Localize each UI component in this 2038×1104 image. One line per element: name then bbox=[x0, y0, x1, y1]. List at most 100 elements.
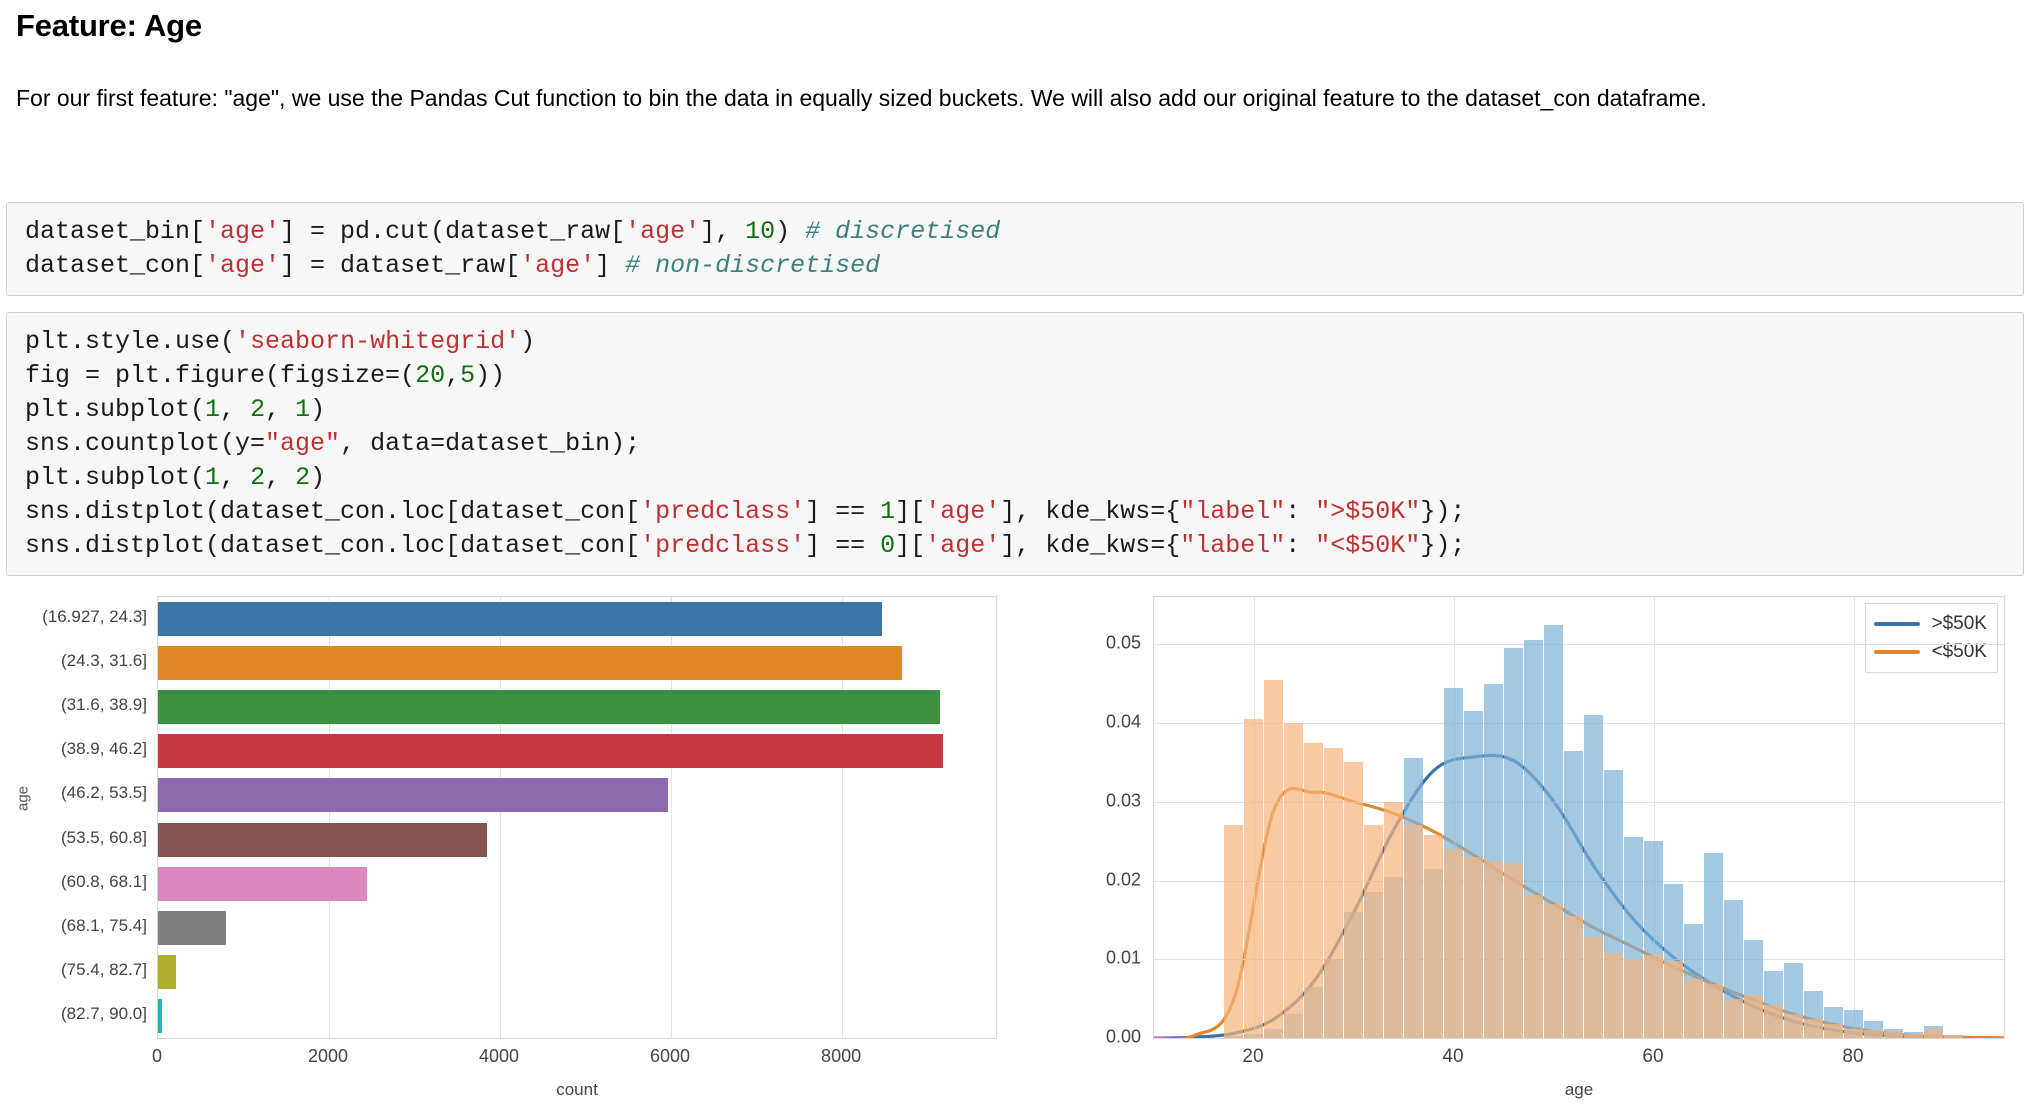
code-line: sns.distplot(dataset_con.loc[dataset_con… bbox=[25, 531, 1466, 560]
histogram-bar bbox=[1384, 801, 1403, 1038]
x-axis-tick-label: 20 bbox=[1242, 1046, 1264, 1067]
left-x-axis-label: count bbox=[556, 1080, 598, 1099]
x-axis-tick-label: 0 bbox=[151, 1046, 163, 1066]
legend-label: >$50K bbox=[1931, 613, 1987, 634]
bar bbox=[158, 910, 226, 945]
histogram-bar bbox=[1224, 825, 1243, 1038]
histogram-bar bbox=[1804, 1019, 1823, 1038]
code-line: plt.style.use('seaborn-whitegrid') bbox=[25, 327, 536, 356]
bar bbox=[158, 998, 162, 1033]
histogram-bar bbox=[1284, 723, 1303, 1038]
legend-color-swatch bbox=[1873, 650, 1920, 654]
x-axis-tick-label: 80 bbox=[1842, 1046, 1864, 1067]
x-axis-tick-label: 40 bbox=[1442, 1046, 1464, 1067]
histogram-bar bbox=[1364, 825, 1383, 1038]
gridline bbox=[1154, 644, 2004, 646]
histogram-bar bbox=[1584, 937, 1603, 1038]
bar bbox=[158, 690, 940, 725]
x-axis-tick-label: 60 bbox=[1642, 1046, 1664, 1067]
left-plot-area bbox=[157, 596, 997, 1039]
histogram-bar bbox=[1904, 1034, 1923, 1038]
y-axis-tick-label: (75.4, 82.7] bbox=[60, 959, 147, 979]
code-line: sns.distplot(dataset_con.loc[dataset_con… bbox=[25, 497, 1466, 526]
legend-color-swatch bbox=[1873, 622, 1920, 626]
y-axis-tick-label: (53.5, 60.8] bbox=[60, 827, 147, 847]
bar bbox=[158, 734, 943, 769]
histogram-bar bbox=[1404, 825, 1423, 1038]
right-x-axis-label: age bbox=[1564, 1080, 1594, 1099]
y-axis-tick-label: 0.02 bbox=[1105, 869, 1141, 889]
bar bbox=[158, 954, 177, 989]
y-axis-tick-label: 0.01 bbox=[1105, 947, 1141, 968]
code-line: sns.countplot(y="age", data=dataset_bin)… bbox=[25, 429, 641, 458]
histogram-bar bbox=[1344, 762, 1363, 1038]
histogram-bar bbox=[1664, 960, 1683, 1038]
legend-item: <$50K bbox=[1873, 638, 1987, 666]
code-line: dataset_bin['age'] = pd.cut(dataset_raw[… bbox=[25, 217, 1001, 246]
histogram-bar bbox=[1524, 894, 1543, 1038]
histogram-bar bbox=[1484, 860, 1503, 1038]
histogram-bar bbox=[1704, 984, 1723, 1038]
left-y-axis-label: age bbox=[14, 785, 32, 812]
histogram-bar bbox=[1864, 1030, 1883, 1038]
histogram-bar bbox=[1604, 952, 1623, 1038]
histogram-bar bbox=[1824, 1023, 1843, 1038]
histogram-bar bbox=[1264, 679, 1283, 1038]
histogram-bar bbox=[1564, 915, 1583, 1038]
histogram-bar bbox=[1444, 849, 1463, 1038]
y-axis-tick-label: 0.03 bbox=[1105, 790, 1141, 811]
y-axis-tick-label: 0.04 bbox=[1105, 711, 1141, 732]
y-axis-tick-label: (46.2, 53.5] bbox=[60, 783, 147, 803]
binning-code-cell[interactable]: dataset_bin['age'] = pd.cut(dataset_raw[… bbox=[6, 202, 2024, 296]
histogram-bar bbox=[1944, 1034, 1963, 1038]
y-axis-tick-label: 0.05 bbox=[1105, 632, 1141, 653]
plotting-code-cell[interactable]: plt.style.use('seaborn-whitegrid') fig = … bbox=[6, 312, 2024, 576]
code-line: fig = plt.figure(figsize=(20,5)) bbox=[25, 361, 506, 390]
histogram-bar bbox=[1644, 955, 1663, 1038]
histogram-bar bbox=[1844, 1028, 1863, 1038]
histogram-bar bbox=[1624, 959, 1643, 1038]
age-distribution-distplot: >$50K <$50K 0.00 0.01 0.02 0.03 0.04 0.05 20 40 6… bbox=[1038, 580, 2038, 1099]
code-line: dataset_con['age'] = dataset_raw['age'] … bbox=[25, 251, 881, 280]
gridline bbox=[1154, 1038, 2004, 1039]
code-line: plt.subplot(1, 2, 2) bbox=[25, 463, 326, 492]
figure-output: age 0 2000 4000 6000 8000 count (16.927, 24.… bbox=[0, 580, 2038, 1099]
histogram-bar bbox=[1244, 719, 1263, 1038]
y-axis-tick-label: (31.6, 38.9] bbox=[60, 695, 147, 715]
age-bin-countplot: age 0 2000 4000 6000 8000 count (16.927, 24.… bbox=[0, 580, 1000, 1099]
histogram-bar bbox=[1304, 742, 1323, 1038]
y-axis-tick-label: (16.927, 24.3] bbox=[42, 607, 147, 627]
bar bbox=[158, 602, 883, 637]
histogram-bar bbox=[1504, 863, 1523, 1038]
bar bbox=[158, 822, 488, 857]
chart-legend: >$50K <$50K bbox=[1864, 603, 1998, 673]
histogram-bar bbox=[1764, 1004, 1783, 1038]
y-axis-tick-label: (82.7, 90.0] bbox=[60, 1003, 147, 1023]
legend-item: >$50K bbox=[1873, 610, 1987, 638]
histogram-bar bbox=[1924, 1028, 1943, 1038]
histogram-bar bbox=[1784, 1014, 1803, 1038]
histogram-bar bbox=[1724, 998, 1743, 1038]
y-axis-tick-label: (68.1, 75.4] bbox=[60, 915, 147, 935]
bar bbox=[158, 778, 669, 813]
y-axis-tick-label: 0.00 bbox=[1105, 1026, 1141, 1047]
code-line: plt.subplot(1, 2, 1) bbox=[25, 395, 326, 424]
notebook-page: Feature: Age For our first feature: "age… bbox=[0, 0, 2038, 1104]
bar bbox=[158, 866, 367, 901]
bar bbox=[158, 646, 902, 681]
histogram-bar bbox=[1744, 994, 1763, 1038]
gridline bbox=[1854, 597, 1855, 1038]
y-axis-tick-label: (38.9, 46.2] bbox=[60, 739, 147, 759]
y-axis-tick-label: (60.8, 68.1] bbox=[60, 871, 147, 891]
x-axis-tick-label: 2000 bbox=[307, 1046, 349, 1066]
y-axis-tick-label: (24.3, 31.6] bbox=[60, 651, 147, 671]
page-title: Feature: Age bbox=[16, 8, 202, 43]
right-plot-area: >$50K <$50K bbox=[1153, 596, 2005, 1039]
histogram-bar bbox=[1324, 748, 1343, 1038]
histogram-bar bbox=[1464, 856, 1483, 1038]
x-axis-tick-label: 4000 bbox=[479, 1046, 520, 1066]
histogram-bar bbox=[1684, 978, 1703, 1038]
histogram-bar bbox=[1884, 1031, 1903, 1038]
histogram-bar bbox=[1544, 904, 1563, 1038]
histogram-bar bbox=[1424, 834, 1443, 1038]
